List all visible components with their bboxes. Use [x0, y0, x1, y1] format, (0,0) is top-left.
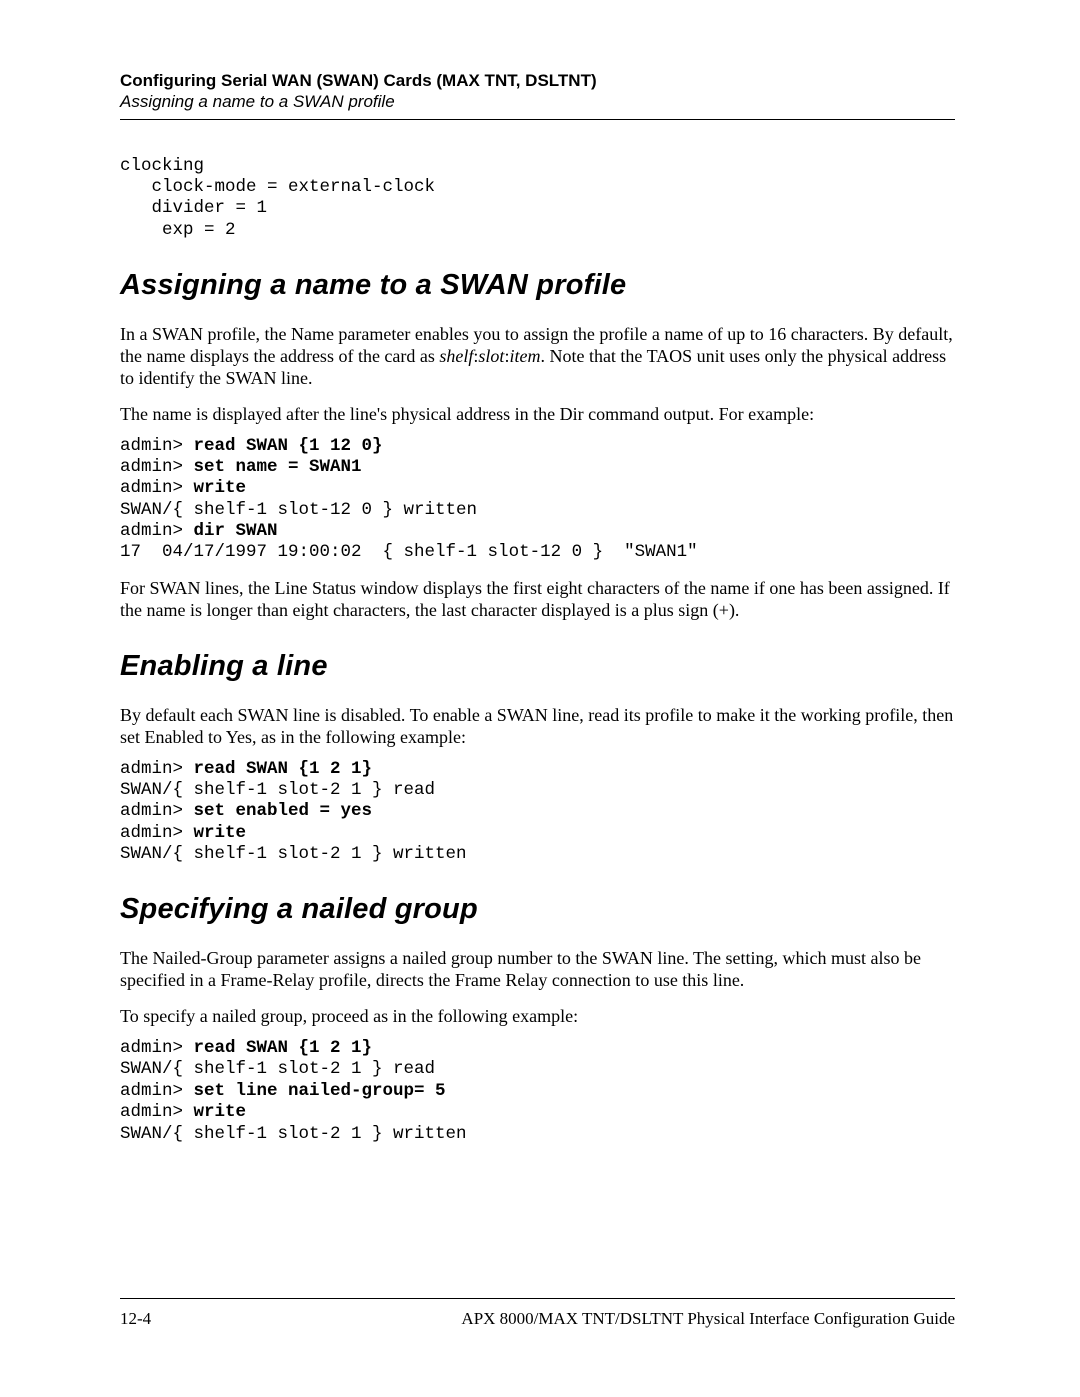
page: Configuring Serial WAN (SWAN) Cards (MAX… — [0, 0, 1080, 1397]
text-italic: item — [509, 346, 540, 366]
header-subtitle: Assigning a name to a SWAN profile — [120, 91, 955, 112]
header-title: Configuring Serial WAN (SWAN) Cards (MAX… — [120, 70, 955, 91]
section-heading-assigning: Assigning a name to a SWAN profile — [120, 269, 955, 302]
paragraph: The Nailed-Group parameter assigns a nai… — [120, 948, 955, 992]
text-italic: shelf — [439, 346, 473, 366]
paragraph: In a SWAN profile, the Name parameter en… — [120, 324, 955, 390]
code-block-swan-name: admin> read SWAN {1 12 0} admin> set nam… — [120, 436, 955, 564]
code-block-enable: admin> read SWAN {1 2 1} SWAN/{ shelf-1 … — [120, 759, 955, 866]
paragraph: To specify a nailed group, proceed as in… — [120, 1006, 955, 1028]
running-header: Configuring Serial WAN (SWAN) Cards (MAX… — [120, 70, 955, 113]
paragraph: The name is displayed after the line's p… — [120, 404, 955, 426]
footer-rule — [120, 1298, 955, 1299]
footer: 12-4 APX 8000/MAX TNT/DSLTNT Physical In… — [120, 1298, 955, 1329]
footer-title: APX 8000/MAX TNT/DSLTNT Physical Interfa… — [461, 1309, 955, 1329]
paragraph: By default each SWAN line is disabled. T… — [120, 705, 955, 749]
paragraph: For SWAN lines, the Line Status window d… — [120, 578, 955, 622]
section-heading-nailed: Specifying a nailed group — [120, 893, 955, 926]
code-block-nailed: admin> read SWAN {1 2 1} SWAN/{ shelf-1 … — [120, 1038, 955, 1145]
code-block-clocking: clocking clock-mode = external-clock div… — [120, 156, 955, 241]
text-italic: slot — [478, 346, 504, 366]
section-heading-enabling: Enabling a line — [120, 650, 955, 683]
page-number: 12-4 — [120, 1309, 151, 1329]
